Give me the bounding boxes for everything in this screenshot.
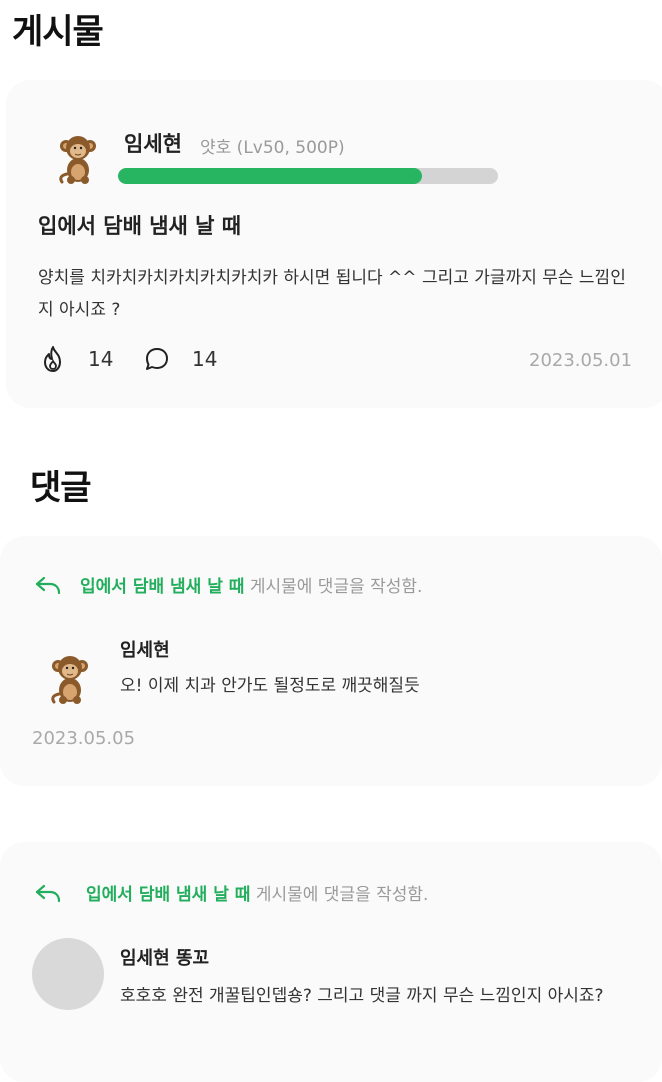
comment-stat[interactable]: 14 (142, 344, 217, 374)
post-date: 2023.05.01 (529, 350, 633, 371)
posts-section-title: 게시물 (12, 12, 104, 52)
monkey-icon (59, 136, 96, 184)
comment-ref-suffix: 게시물에 댓글을 작성함. (244, 577, 423, 597)
comment-post-title-link[interactable]: 입에서 담배 냄새 날 때 (80, 572, 244, 597)
comment-author[interactable]: 임세현 (120, 636, 170, 662)
fire-icon[interactable] (38, 344, 68, 374)
comment-author[interactable]: 임세현 똥꼬 (120, 944, 209, 970)
speech-bubble-icon[interactable] (142, 344, 172, 374)
comment-post-reference[interactable]: 입에서 담배 냄새 날 때 게시물에 댓글을 작성함. (34, 572, 422, 597)
comment-post-reference[interactable]: 입에서 담배 냄새 날 때 게시물에 댓글을 작성함. (34, 880, 428, 905)
like-count: 14 (88, 347, 114, 371)
reply-arrow-icon (35, 884, 61, 902)
post-content: 양치를 치카치카치카치카치카치카 하시면 됩니다 ^^ 그리고 가글까지 무슨 … (38, 268, 626, 320)
monkey-icon (51, 656, 88, 704)
post-author-name[interactable]: 임세현 (124, 128, 182, 158)
post-title[interactable]: 입에서 담배 냄새 날 때 (38, 210, 241, 240)
reply-arrow-icon (35, 576, 61, 594)
like-stat[interactable]: 14 (38, 344, 113, 374)
comment-text: 호호호 완전 개꿀팁인뎁숑? 그리고 댓글 까지 무슨 느낌인지 아시죠? (120, 986, 604, 1006)
comment-card[interactable]: 입에서 담배 냄새 날 때 게시물에 댓글을 작성함. 임세현 똥꼬 호호호 완… (0, 842, 662, 1082)
level-progress-bar (118, 168, 498, 184)
comment-date: 2023.05.05 (32, 728, 136, 749)
level-progress-fill (118, 168, 422, 184)
comment-count: 14 (192, 347, 218, 371)
comment-post-title-link[interactable]: 입에서 담배 냄새 날 때 (86, 880, 250, 905)
comment-card[interactable]: 입에서 담배 냄새 날 때 게시물에 댓글을 작성함. 임세현 오! 이제 치과… (0, 536, 662, 786)
comment-ref-suffix: 게시물에 댓글을 작성함. (250, 885, 429, 905)
avatar (32, 938, 104, 1010)
comments-section-title: 댓글 (30, 468, 92, 508)
post-card[interactable]: 임세현 얏호 (Lv50, 500P) 입에서 담배 냄새 날 때 양치를 치카… (6, 80, 662, 408)
comment-text: 오! 이제 치과 안가도 될정도로 깨끗해질듯 (120, 676, 420, 696)
post-author-meta: 얏호 (Lv50, 500P) (200, 138, 345, 158)
